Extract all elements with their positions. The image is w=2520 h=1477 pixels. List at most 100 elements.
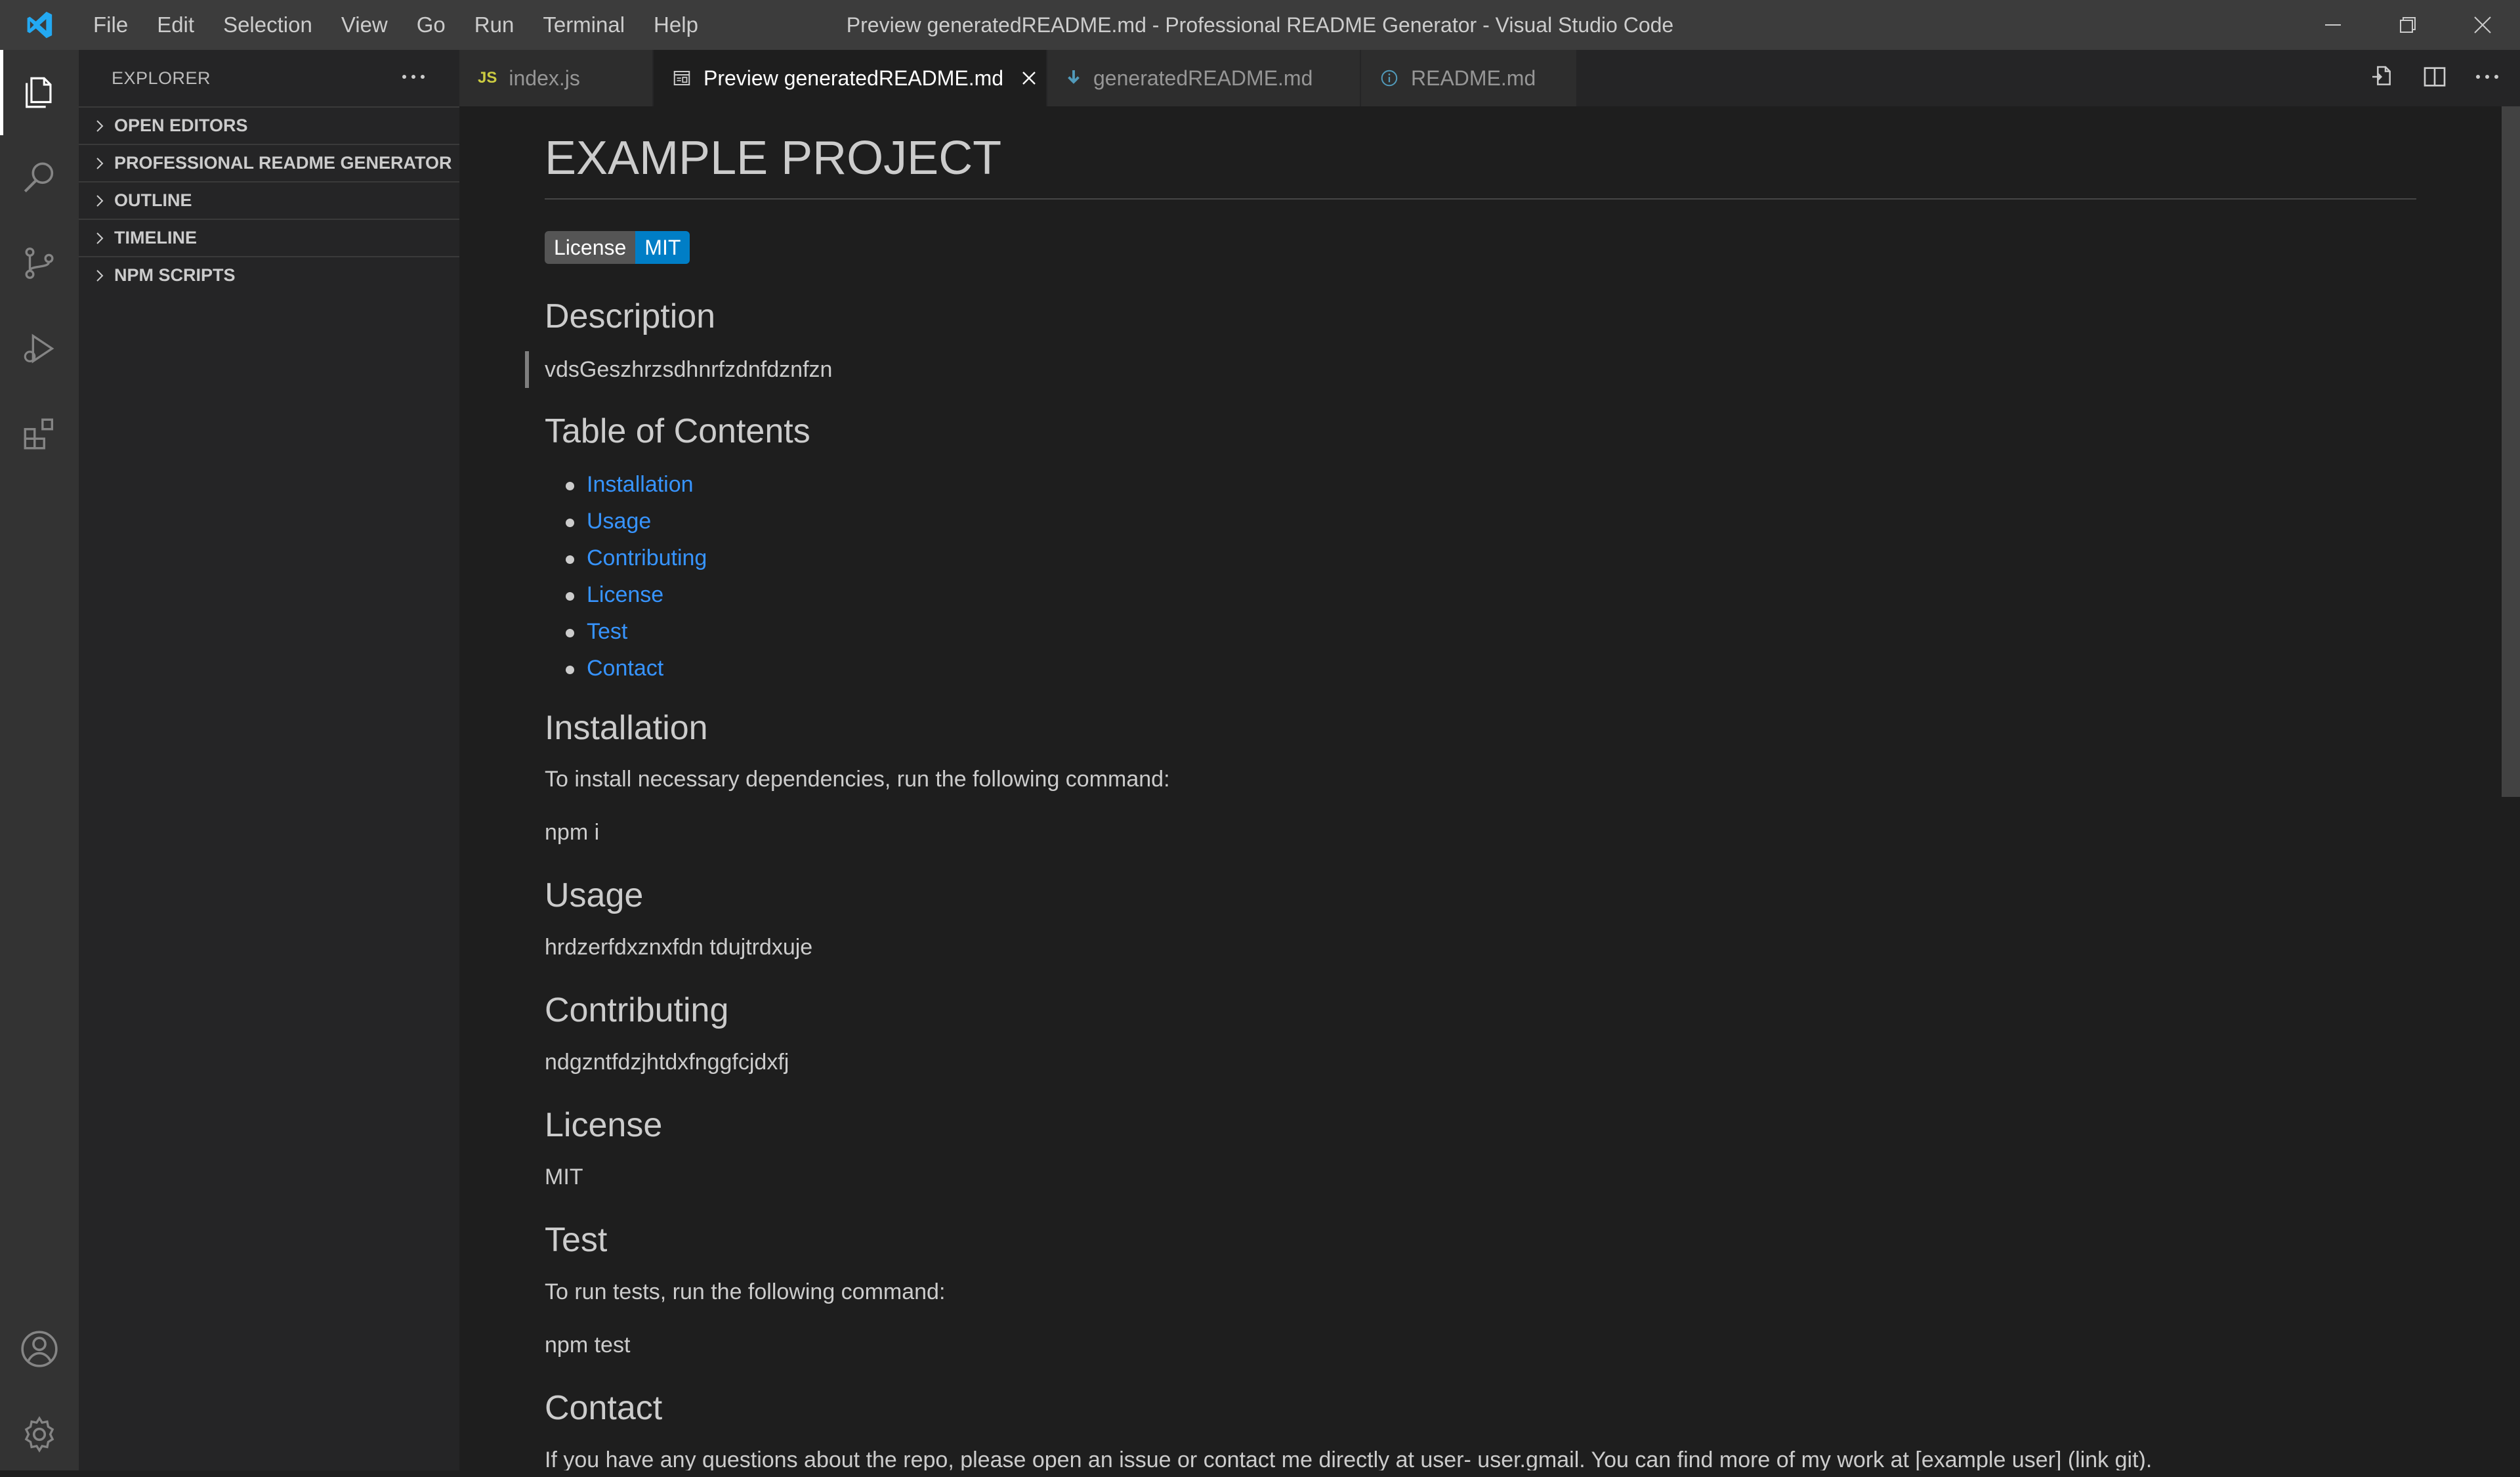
minimize-icon [2325,24,2341,26]
sidebar-header: EXPLORER [79,50,459,106]
extensions-icon [24,418,54,450]
license-heading: License [545,1106,663,1144]
page-title: EXAMPLE PROJECT [545,106,2416,200]
toc-link-contact[interactable]: Contact [587,656,663,681]
run-debug-icon [24,333,54,364]
toc-link-installation[interactable]: Installation [587,472,694,497]
explorer-button[interactable] [0,50,79,135]
split-editor-button[interactable] [2422,64,2448,93]
contact-text: If you have any questions about the repo… [545,1447,2152,1470]
account-icon [21,1331,58,1367]
section-outline[interactable]: OUTLINE [79,181,459,219]
menu-go[interactable]: Go [402,0,460,50]
menu-view[interactable]: View [327,0,402,50]
chevron-right-icon [88,257,112,293]
badge-label: License [545,231,636,264]
menu-edit[interactable]: Edit [142,0,209,50]
installation-heading: Installation [545,709,708,747]
section-label: PROFESSIONAL README GENERATOR [114,153,452,173]
tab-label: README.md [1411,66,1536,90]
installation-command: npm i [545,820,600,845]
markdown-icon [1066,68,1082,88]
restore-icon [2400,17,2416,33]
menu-terminal[interactable]: Terminal [528,0,639,50]
toc-heading: Table of Contents [545,412,810,450]
section-timeline[interactable]: TIMELINE [79,219,459,256]
list-item[interactable]: Installation [521,466,707,503]
open-file-icon [2372,66,2391,85]
test-command: npm test [545,1333,631,1358]
chevron-right-icon [88,220,112,256]
explorer-icon [26,77,52,108]
section-label: OPEN EDITORS [114,116,248,135]
vscode-logo-icon [0,0,79,50]
toc-link-contributing[interactable]: Contributing [587,546,707,570]
toc-link-license[interactable]: License [587,582,663,607]
info-icon [1379,68,1399,88]
vertical-scrollbar[interactable] [2502,106,2520,1470]
usage-text: hrdzerfdxznxfdn tdujtrdxuje [545,935,813,960]
contributing-text: ndgzntfdzjhtdxfnggfcjdxfj [545,1050,789,1075]
license-badge[interactable]: License MIT [545,231,690,264]
menu-run[interactable]: Run [460,0,529,50]
toc-link-usage[interactable]: Usage [587,509,651,534]
preview-content: EXAMPLE PROJECT License MIT Description … [525,106,2416,1470]
tab-label: Preview generatedREADME.md [704,66,1004,90]
tab-label: index.js [509,66,580,90]
section-npm-scripts[interactable]: NPM SCRIPTS [79,256,459,293]
section-label: NPM SCRIPTS [114,265,236,285]
settings-gear-icon [24,1416,54,1453]
window-controls [2296,0,2520,50]
tab-index-js[interactable]: JS index.js [459,50,654,106]
list-item[interactable]: Usage [521,503,707,540]
source-control-icon [25,247,54,279]
editor-tab-bar: JS index.js Preview generatedREADME.md g… [459,50,2520,106]
menu-help[interactable]: Help [639,0,713,50]
explorer-sidebar: EXPLORER OPEN EDITORS PROFESSIONAL READM… [79,50,459,1470]
tab-generated-readme[interactable]: generatedREADME.md [1047,50,1361,106]
title-bar: File Edit Selection View Go Run Terminal… [0,0,2520,50]
list-item[interactable]: Contact [521,650,707,687]
section-project[interactable]: PROFESSIONAL README GENERATOR [79,144,459,181]
toc-list: Installation Usage Contributing License … [521,466,707,687]
installation-text: To install necessary dependencies, run t… [545,767,1170,792]
markdown-preview[interactable]: EXAMPLE PROJECT License MIT Description … [459,106,2520,1470]
contributing-heading: Contributing [545,991,729,1029]
close-window-button[interactable] [2445,0,2520,50]
source-control-button[interactable] [0,221,79,306]
settings-button[interactable] [0,1392,79,1477]
menu-file[interactable]: File [79,0,142,50]
description-heading: Description [545,297,716,335]
account-button[interactable] [0,1306,79,1392]
toc-link-test[interactable]: Test [587,619,627,644]
badge-value: MIT [635,231,690,264]
description-text: vdsGeszhrzsdhnrfzdnfdznfzn [545,357,833,382]
test-heading: Test [545,1221,608,1259]
more-actions-button[interactable] [400,72,427,84]
blockquote-bar [525,351,529,388]
section-label: TIMELINE [114,228,197,247]
js-icon: JS [478,69,497,87]
extensions-button[interactable] [0,391,79,477]
list-item[interactable]: License [521,576,707,613]
chevron-right-icon [88,182,112,219]
chevron-right-icon [88,145,112,181]
close-icon [1022,72,1036,85]
more-actions-button[interactable] [2474,72,2500,84]
split-editor-icon [2424,66,2446,87]
tab-close-button[interactable] [1020,70,1038,87]
minimize-button[interactable] [2296,0,2370,50]
tab-preview-generated-readme[interactable]: Preview generatedREADME.md [654,50,1047,106]
run-debug-button[interactable] [0,306,79,391]
tab-readme[interactable]: README.md [1361,50,1578,106]
contact-heading: Contact [545,1389,663,1427]
list-item[interactable]: Test [521,613,707,650]
scrollbar-thumb[interactable] [2502,106,2520,797]
list-item[interactable]: Contributing [521,540,707,576]
section-open-editors[interactable]: OPEN EDITORS [79,106,459,144]
menu-selection[interactable]: Selection [209,0,327,50]
search-button[interactable] [0,135,79,221]
search-icon [24,162,54,192]
restore-button[interactable] [2370,0,2445,50]
open-source-button[interactable] [2369,64,2395,93]
